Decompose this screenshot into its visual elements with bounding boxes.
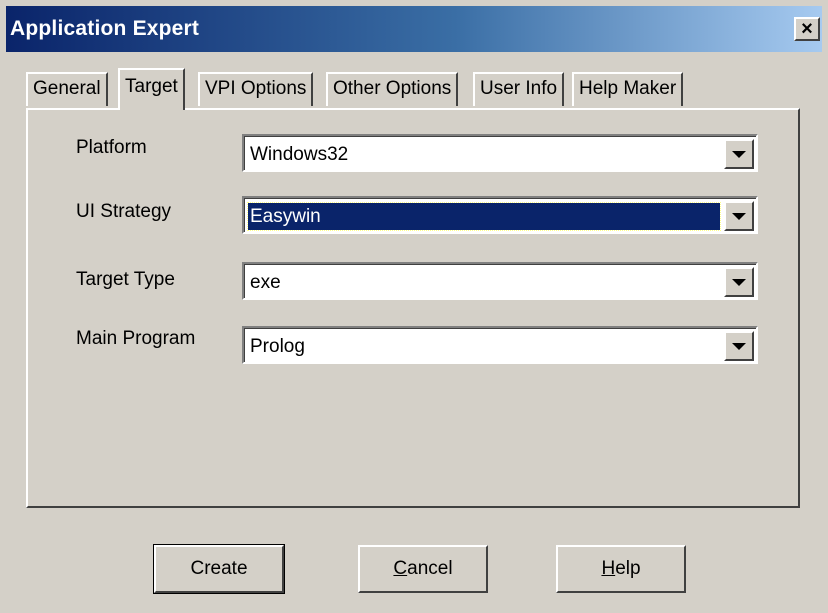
- main-program-combo[interactable]: Prolog: [242, 326, 758, 364]
- tab-help-maker[interactable]: Help Maker: [572, 72, 684, 106]
- main-program-dropdown-button[interactable]: [724, 331, 754, 361]
- help-button[interactable]: Help: [556, 545, 686, 593]
- ui-strategy-dropdown-button[interactable]: [724, 201, 754, 231]
- chevron-down-icon: [732, 150, 746, 158]
- tab-target[interactable]: Target: [118, 68, 185, 110]
- close-button[interactable]: ×: [794, 17, 820, 41]
- ui-strategy-value: Easywin: [247, 202, 721, 231]
- target-type-combo[interactable]: exe: [242, 262, 758, 300]
- ui-strategy-combo[interactable]: Easywin: [242, 196, 758, 234]
- chevron-down-icon: [732, 212, 746, 220]
- close-icon: ×: [801, 18, 813, 40]
- ui-strategy-label: UI Strategy: [76, 201, 172, 222]
- chevron-down-icon: [732, 278, 746, 286]
- platform-value: Windows32: [250, 144, 349, 165]
- tab-general[interactable]: General: [26, 72, 108, 106]
- platform-label: Platform: [76, 137, 147, 158]
- target-type-dropdown-button[interactable]: [724, 267, 754, 297]
- main-program-label: Main Program: [76, 328, 196, 349]
- chevron-down-icon: [732, 342, 746, 350]
- tab-user-info[interactable]: User Info: [473, 72, 565, 106]
- application-expert-dialog: Application Expert × General Target VPI …: [0, 0, 828, 613]
- platform-dropdown-button[interactable]: [724, 139, 754, 169]
- tab-vpi-options[interactable]: VPI Options: [198, 72, 314, 106]
- main-program-value: Prolog: [250, 336, 305, 357]
- cancel-button[interactable]: Cancel: [358, 545, 488, 593]
- target-type-value: exe: [250, 272, 281, 293]
- target-type-label: Target Type: [76, 269, 175, 290]
- title-bar[interactable]: Application Expert ×: [6, 6, 822, 52]
- tab-other-options[interactable]: Other Options: [326, 72, 459, 106]
- create-button[interactable]: Create: [153, 544, 285, 594]
- platform-combo[interactable]: Windows32: [242, 134, 758, 172]
- target-tab-panel: Platform Windows32 UI Strategy Easywin T…: [26, 108, 800, 508]
- window-title: Application Expert: [10, 17, 200, 40]
